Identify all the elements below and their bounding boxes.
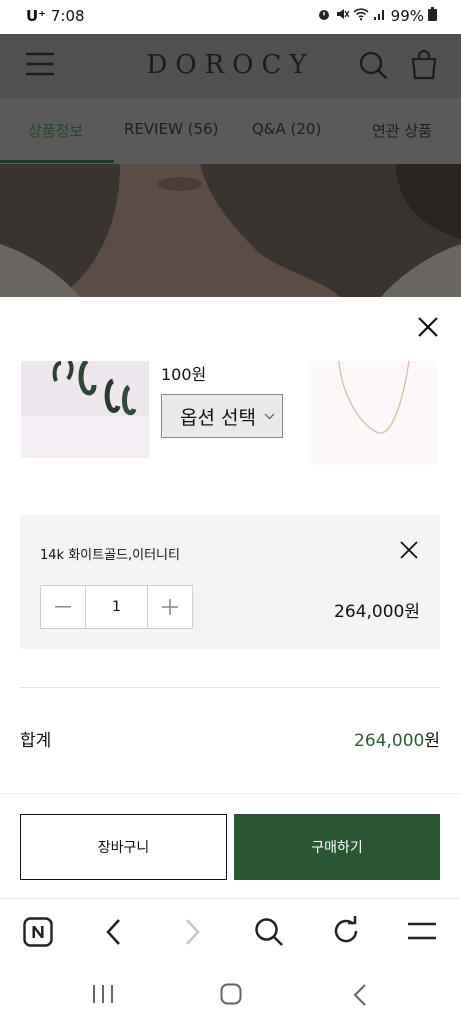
selected-option-card: 14k 화이트골드,이터니티 1 264,000원 [20, 515, 440, 649]
quantity-increase-button[interactable] [148, 586, 192, 628]
browser-toolbar [0, 898, 461, 966]
close-sheet-icon[interactable] [417, 316, 439, 342]
wifi-icon [353, 7, 369, 25]
back-icon[interactable] [104, 918, 124, 950]
product-thumbnail-necklace[interactable] [309, 361, 437, 465]
buy-now-button[interactable]: 구매하기 [234, 814, 440, 880]
active-tab-indicator [0, 160, 114, 163]
battery-icon [428, 7, 437, 25]
system-navigation-bar [0, 966, 461, 1024]
mute-icon [335, 7, 350, 25]
option-bottom-sheet: 100원 옵션 선택 14k 화이트골드,이터니티 1 264,000원 합계 … [0, 297, 461, 900]
tab-product-info[interactable]: 상품정보 [28, 120, 83, 141]
option-select-label: 옵션 선택 [180, 406, 256, 429]
remove-option-icon[interactable] [400, 541, 418, 563]
selected-option-name: 14k 화이트골드,이터니티 [40, 548, 180, 563]
quantity-decrease-button[interactable] [41, 586, 86, 628]
add-to-cart-button[interactable]: 장바구니 [20, 814, 227, 880]
status-bar: U⁺ 7:08 99% [0, 0, 461, 34]
battery-percent: 99% [390, 7, 424, 25]
site-header: DOROCY [0, 34, 461, 98]
selected-option-price: 264,000원 [334, 602, 420, 622]
option-select-dropdown[interactable]: 옵션 선택 [161, 394, 283, 438]
quantity-input[interactable]: 1 [86, 586, 148, 628]
status-time: 7:08 [50, 7, 85, 25]
carrier-label: U⁺ [26, 7, 47, 25]
forward-icon [182, 918, 202, 950]
total-amount: 264,000 [354, 731, 425, 751]
tab-related-products[interactable]: 연관 상품 [372, 120, 432, 141]
total-divider [20, 687, 440, 688]
total-currency: 원 [424, 731, 440, 751]
product-price-fragment: 100원 [161, 365, 207, 384]
total-label: 합계 [20, 731, 52, 751]
naver-icon[interactable] [23, 917, 53, 951]
shopping-bag-icon[interactable] [410, 49, 438, 84]
total-price: 264,000원 [354, 726, 440, 751]
tab-review[interactable]: REVIEW (56) [124, 120, 218, 138]
product-thumbnail-earrings[interactable] [21, 361, 149, 458]
back-icon[interactable] [352, 983, 368, 1011]
action-divider [0, 793, 461, 794]
signal-icon [373, 7, 387, 25]
recents-icon[interactable] [92, 984, 114, 1008]
brand-logo[interactable]: DOROCY [0, 50, 461, 80]
product-hero-image [0, 164, 461, 297]
status-left: U⁺ 7:08 [26, 7, 85, 25]
quantity-stepper: 1 [40, 585, 193, 629]
refresh-icon[interactable] [331, 916, 361, 950]
chevron-down-icon [264, 409, 275, 423]
product-tab-bar: 상품정보 REVIEW (56) Q&A (20) 연관 상품 [0, 98, 461, 164]
search-icon[interactable] [254, 917, 284, 951]
tab-qna[interactable]: Q&A (20) [252, 120, 321, 138]
alarm-icon [317, 7, 331, 25]
search-icon[interactable] [359, 51, 389, 85]
menu-icon[interactable] [407, 921, 437, 945]
status-right: 99% [317, 7, 437, 25]
home-icon[interactable] [220, 983, 242, 1009]
